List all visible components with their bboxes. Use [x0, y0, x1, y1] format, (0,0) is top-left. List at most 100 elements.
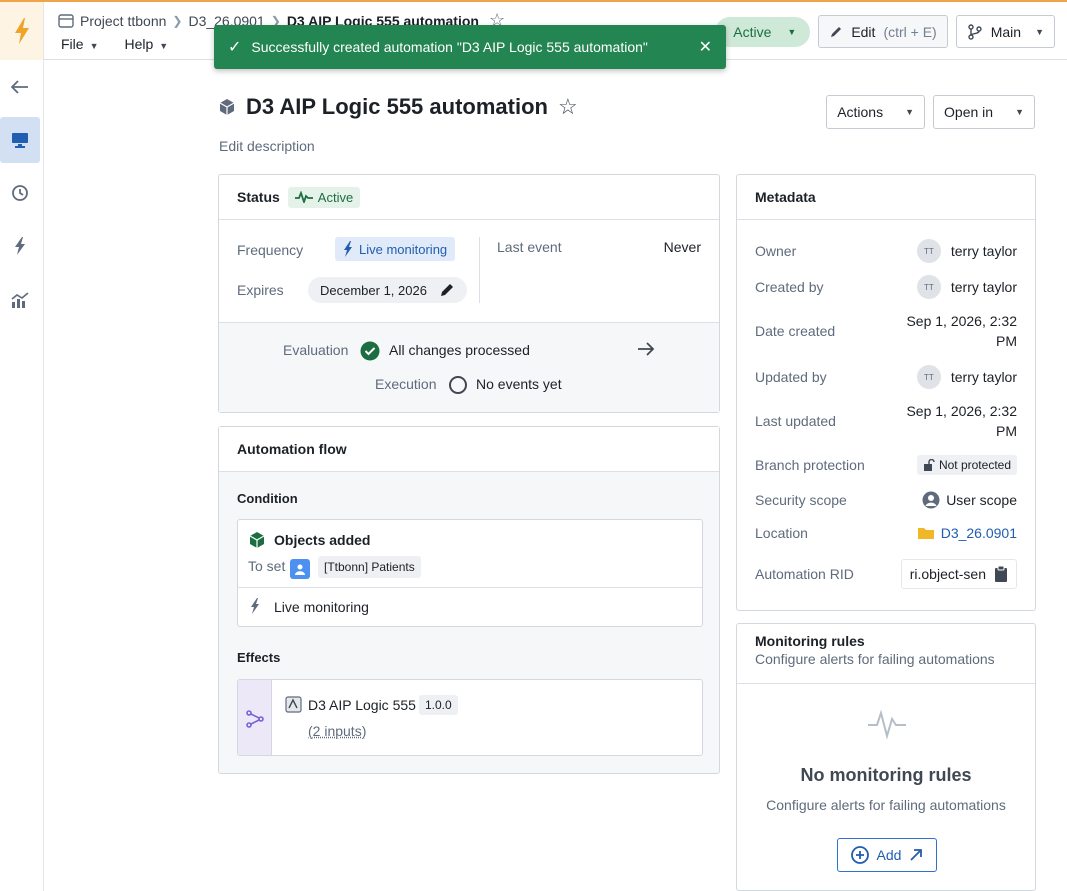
actions-button[interactable]: Actions ▼	[826, 95, 926, 129]
metadata-card: Metadata Owner TT terry taylor Created by…	[736, 174, 1036, 611]
monitoring-type: Live monitoring	[274, 599, 369, 615]
automation-flow-card: Automation flow Condition Objects added …	[218, 426, 720, 774]
caret-down-icon: ▼	[905, 107, 915, 117]
location-row: Location D3_26.0901	[755, 525, 1017, 541]
automation-flow-header: Automation flow	[219, 427, 719, 472]
status-card: Status Active Frequency Live monitoring …	[218, 174, 720, 413]
user-circle-icon	[922, 491, 940, 509]
top-right-controls: Active ▼ Edit (ctrl + E) Main ▼	[715, 15, 1055, 48]
updated-by-value[interactable]: TT terry taylor	[916, 365, 1017, 389]
check-circle-icon	[360, 341, 380, 364]
aip-logic-icon	[285, 696, 303, 717]
owner-row: Owner TT terry taylor	[755, 239, 1017, 263]
branch-protection-row: Branch protection Not protected	[755, 455, 1017, 475]
effect-type-strip	[238, 680, 272, 755]
status-label: Active	[733, 23, 772, 40]
rid-row: Automation RID ri.object-sen	[755, 559, 1017, 589]
status-card-header: Status Active	[219, 175, 719, 220]
effect-inputs-link[interactable]: (2 inputs)	[308, 723, 366, 739]
edit-shortcut: (ctrl + E)	[883, 23, 937, 40]
unlock-icon	[923, 459, 935, 471]
effect-name: D3 AIP Logic 555	[308, 697, 416, 713]
chart-icon[interactable]	[0, 277, 40, 323]
execution-value: No events yet	[476, 376, 562, 392]
project-icon	[58, 13, 74, 28]
plus-circle-icon	[850, 846, 869, 864]
monitor-icon[interactable]	[0, 117, 40, 163]
lightning-logo-icon	[14, 18, 29, 44]
star-icon[interactable]: ☆	[558, 94, 578, 120]
updated-by-row: Updated by TT terry taylor	[755, 365, 1017, 389]
empty-circle-icon	[448, 375, 468, 398]
menu-file[interactable]: File ▼	[61, 36, 98, 52]
lightning-icon	[250, 598, 260, 617]
security-scope-row: Security scope User scope	[755, 491, 1017, 509]
history-icon[interactable]	[0, 170, 40, 216]
branch-dropdown[interactable]: Main ▼	[955, 15, 1055, 48]
created-by-value[interactable]: TT terry taylor	[916, 275, 1017, 299]
edit-description-link[interactable]: Edit description	[219, 138, 315, 154]
owner-value[interactable]: TT terry taylor	[916, 239, 1017, 263]
avatar: TT	[916, 275, 941, 299]
lightning-icon[interactable]	[0, 223, 40, 269]
function-flow-icon	[245, 709, 264, 728]
header-actions: Actions ▼ Open in ▼	[826, 95, 1035, 129]
object-type-icon	[290, 559, 310, 579]
app-logo[interactable]	[0, 2, 44, 60]
open-in-button[interactable]: Open in ▼	[933, 95, 1035, 129]
empty-state-subtitle: Configure alerts for failing automations	[766, 797, 1006, 813]
back-arrow-icon[interactable]	[0, 64, 40, 110]
rid-field[interactable]: ri.object-sen	[900, 559, 1017, 589]
date-created-row: Date created Sep 1, 2026, 2:32 PM	[755, 313, 1017, 349]
caret-down-icon: ▼	[1015, 107, 1024, 117]
monitoring-header: Monitoring rules Configure alerts for fa…	[737, 624, 1035, 684]
to-set-label: To set	[248, 558, 286, 574]
objects-added-icon	[248, 531, 266, 552]
breadcrumb-project[interactable]: Project ttbonn	[80, 13, 166, 29]
menu-bar: File ▼ Help ▼	[61, 36, 168, 52]
add-rule-button[interactable]: Add	[837, 838, 937, 872]
page-header: D3 AIP Logic 555 automation ☆	[218, 94, 578, 120]
caret-down-icon: ▼	[159, 41, 169, 51]
pencil-icon	[831, 26, 842, 37]
last-updated-value: Sep 1, 2026, 2:32 PM	[906, 403, 1017, 439]
divider	[479, 237, 480, 303]
caret-down-icon: ▼	[1035, 26, 1044, 37]
pulse-icon	[868, 709, 906, 742]
close-icon[interactable]: ✕	[699, 37, 712, 57]
monitoring-subtitle: Configure alerts for failing automations	[755, 651, 995, 667]
effect-box[interactable]: D3 AIP Logic 555 1.0.0 (2 inputs)	[237, 679, 703, 756]
clipboard-icon[interactable]	[994, 566, 1008, 582]
effect-version: 1.0.0	[419, 695, 458, 715]
caret-down-icon: ▼	[787, 26, 797, 37]
frequency-tag: Live monitoring	[335, 237, 456, 261]
automation-cube-icon	[219, 99, 235, 115]
last-updated-row: Last updated Sep 1, 2026, 2:32 PM	[755, 403, 1017, 439]
chevron-right-icon: ❯	[172, 13, 183, 28]
avatar: TT	[916, 239, 941, 263]
execution-label: Execution	[375, 376, 437, 392]
left-sidebar	[0, 60, 44, 891]
avatar: TT	[916, 365, 941, 389]
security-scope-value: User scope	[922, 491, 1017, 509]
pencil-icon[interactable]	[439, 282, 455, 298]
condition-box[interactable]: Objects added To set [Ttbonn] Patients L…	[237, 519, 703, 627]
edit-button[interactable]: Edit (ctrl + E)	[818, 15, 948, 48]
evaluation-section[interactable]: Evaluation All changes processed Executi…	[219, 322, 719, 412]
arrow-right-icon[interactable]	[637, 341, 655, 360]
metadata-title: Metadata	[755, 189, 816, 205]
status-dropdown[interactable]: Active ▼	[715, 16, 811, 47]
condition-title: Objects added	[274, 532, 371, 548]
condition-label: Condition	[237, 491, 298, 506]
menu-help[interactable]: Help ▼	[124, 36, 168, 52]
divider	[238, 587, 702, 588]
location-link[interactable]: D3_26.0901	[917, 525, 1017, 541]
branch-protection-tag: Not protected	[916, 455, 1017, 475]
object-set-tag[interactable]: [Ttbonn] Patients	[318, 556, 421, 578]
expires-tag[interactable]: December 1, 2026	[308, 277, 467, 303]
page-title: D3 AIP Logic 555 automation	[246, 94, 548, 119]
status-badge: Active	[287, 186, 361, 208]
status-card-title: Status	[237, 189, 280, 205]
evaluation-value: All changes processed	[389, 342, 530, 358]
toast-message: Successfully created automation "D3 AIP …	[251, 39, 648, 55]
